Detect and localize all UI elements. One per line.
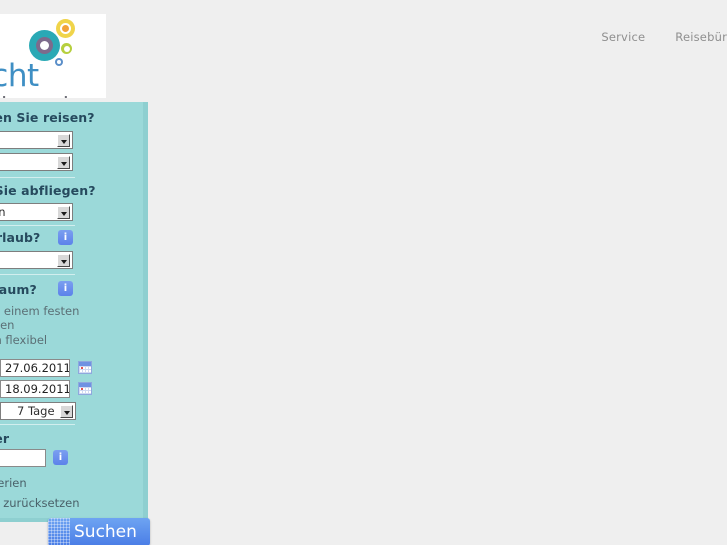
input-departure-date[interactable]: 18.09.2011 bbox=[0, 380, 70, 398]
teal-ring-core-icon bbox=[40, 41, 49, 50]
calendar-icon-arrival[interactable] bbox=[78, 361, 92, 374]
nav-item-reisebuero[interactable]: Reisebür bbox=[675, 30, 727, 44]
radio-fixed-dates-label-line2: n verreisen bbox=[0, 318, 15, 332]
divider bbox=[0, 177, 75, 178]
select-destination[interactable]: seziele bbox=[0, 131, 73, 149]
page-root: Service Reisebür seleicht uchen. Statt l… bbox=[0, 0, 727, 545]
chevron-down-icon[interactable] bbox=[57, 156, 70, 169]
search-button-label: Suchen bbox=[74, 522, 137, 542]
chevron-down-icon[interactable] bbox=[60, 405, 73, 418]
select-adults[interactable]: chsene bbox=[0, 251, 73, 269]
section-title-destination: möchten Sie reisen? bbox=[0, 110, 95, 125]
nav-item-service[interactable]: Service bbox=[601, 30, 645, 44]
panel-right-edge bbox=[143, 102, 148, 520]
calendar-marker bbox=[81, 367, 83, 369]
logo-wordmark: seleicht bbox=[0, 58, 39, 94]
blue-dot-inner-icon bbox=[57, 60, 61, 64]
divider bbox=[0, 274, 75, 275]
chevron-down-icon[interactable] bbox=[57, 134, 70, 147]
select-duration-value: 7 Tage bbox=[17, 404, 55, 418]
select-airport-value: lughäfen bbox=[0, 205, 6, 219]
section-title-period: sezeitraum? bbox=[0, 282, 37, 297]
top-navigation: Service Reisebür bbox=[601, 30, 727, 44]
divider bbox=[0, 225, 75, 226]
logo-tagline: uchen. Statt lange suchen. bbox=[0, 94, 92, 98]
calendar-icon-departure[interactable] bbox=[78, 382, 92, 395]
radio-flexible-dates-label: n zeitlich flexibel bbox=[0, 333, 48, 347]
search-panel-inner: möchten Sie reisen? seziele gionen chten… bbox=[0, 102, 148, 520]
search-panel: möchten Sie reisen? seziele gionen chten… bbox=[0, 102, 148, 520]
divider bbox=[0, 424, 75, 425]
info-icon-trip-number[interactable]: i bbox=[53, 450, 68, 465]
input-arrival-date[interactable]: 27.06.2011 bbox=[0, 359, 70, 377]
green-dot-inner-icon bbox=[63, 45, 70, 52]
calendar-grid bbox=[79, 366, 91, 373]
search-button[interactable]: Suchen bbox=[48, 518, 150, 545]
select-region[interactable]: gionen bbox=[0, 153, 73, 171]
chevron-down-icon[interactable] bbox=[57, 254, 70, 267]
logo-word-blue: leicht bbox=[0, 58, 39, 94]
section-title-departure: chten Sie abfliegen? bbox=[0, 183, 96, 198]
select-airport[interactable]: lughäfen bbox=[0, 203, 73, 221]
chevron-down-icon[interactable] bbox=[57, 206, 70, 219]
section-title-trip-number: nummer bbox=[0, 431, 10, 446]
section-title-travellers: acht Urlaub? bbox=[0, 230, 41, 245]
yellow-ring-core-icon bbox=[62, 25, 69, 32]
link-reset-entries[interactable]: eingaben zurücksetzen bbox=[0, 496, 80, 510]
info-icon-period[interactable]: i bbox=[58, 281, 73, 296]
info-icon-travellers[interactable]: i bbox=[58, 230, 73, 245]
logo-card[interactable]: seleicht uchen. Statt lange suchen. bbox=[0, 14, 106, 98]
calendar-marker bbox=[81, 388, 83, 390]
calendar-grid bbox=[79, 387, 91, 394]
search-grid-icon bbox=[48, 518, 70, 545]
link-search-criteria[interactable]: Suchkriterien bbox=[0, 476, 27, 490]
input-trip-number[interactable]: 81004 bbox=[0, 449, 46, 467]
select-duration[interactable]: 7 Tage bbox=[0, 402, 76, 420]
radio-fixed-dates-label-line1: öchte an einem festen bbox=[0, 304, 80, 318]
